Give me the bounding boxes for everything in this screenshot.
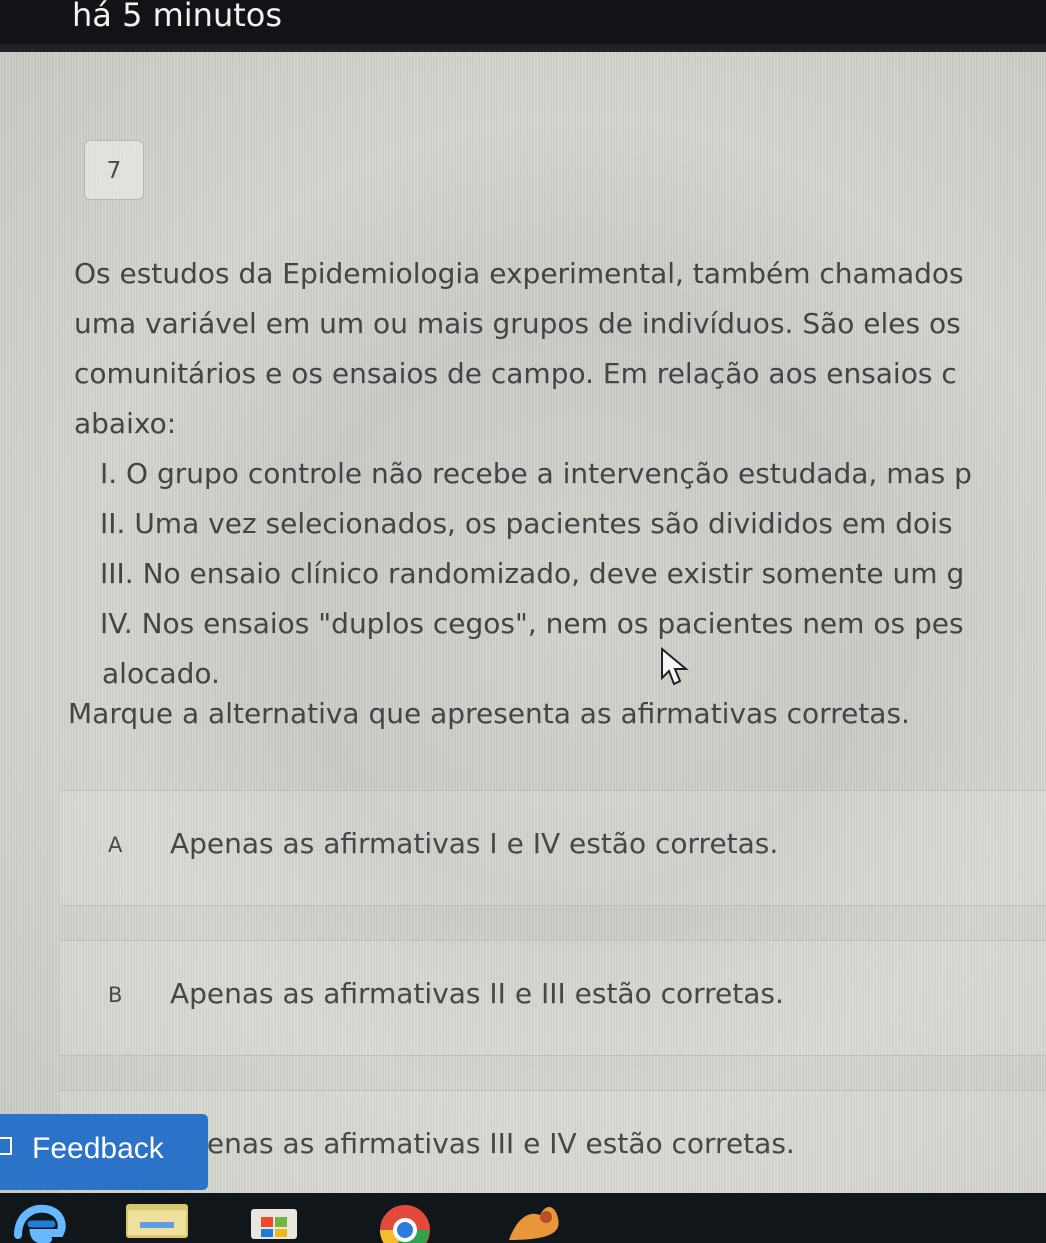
answer-option-b[interactable]: B Apenas as afirmativas II e III estão c… (60, 940, 1046, 1056)
statement-line: IV. Nos ensaios "duplos cegos", nem os p… (100, 607, 964, 640)
app-icon[interactable] (504, 1200, 562, 1243)
question-instruction: Marque a alternativa que apresenta as af… (68, 697, 910, 730)
statement-line: III. No ensaio clínico randomizado, deve… (100, 557, 965, 590)
stem-line: uma variável em um ou mais grupos de ind… (74, 307, 961, 340)
option-letter: B (108, 983, 123, 1007)
feedback-icon (0, 1137, 12, 1155)
feedback-button[interactable]: Feedback (0, 1114, 208, 1190)
option-text: Apenas as afirmativas III e IV estão cor… (170, 1127, 795, 1160)
statement-line: I. O grupo controle não recebe a interve… (100, 457, 972, 490)
option-text: Apenas as afirmativas II e III estão cor… (170, 977, 784, 1010)
windows-taskbar (0, 1193, 1046, 1243)
store-icon[interactable] (247, 1200, 301, 1243)
answer-option-a[interactable]: A Apenas as afirmativas I e IV estão cor… (60, 790, 1046, 906)
file-explorer-icon[interactable] (124, 1200, 190, 1243)
question-screen: 7 Os estudos da Epidemiologia experiment… (0, 52, 1046, 1206)
stem-line: comunitários e os ensaios de campo. Em r… (74, 357, 957, 390)
status-divider (0, 44, 1046, 52)
phone-status-bar: há 5 minutos (0, 0, 1046, 44)
question-stem: Os estudos da Epidemiologia experimental… (74, 249, 1046, 699)
time-ago-label: há 5 minutos (72, 0, 283, 34)
question-number-badge: 7 (84, 140, 144, 200)
option-letter: A (108, 833, 123, 857)
mouse-pointer-icon (661, 647, 689, 686)
statement-line: II. Uma vez selecionados, os pacientes s… (100, 507, 953, 540)
edge-icon[interactable] (10, 1200, 66, 1243)
feedback-label: Feedback (32, 1132, 164, 1165)
stem-line: abaixo: (74, 407, 177, 440)
option-text: Apenas as afirmativas I e IV estão corre… (170, 827, 779, 860)
stem-line: Os estudos da Epidemiologia experimental… (74, 257, 964, 290)
chrome-icon[interactable] (375, 1200, 435, 1243)
